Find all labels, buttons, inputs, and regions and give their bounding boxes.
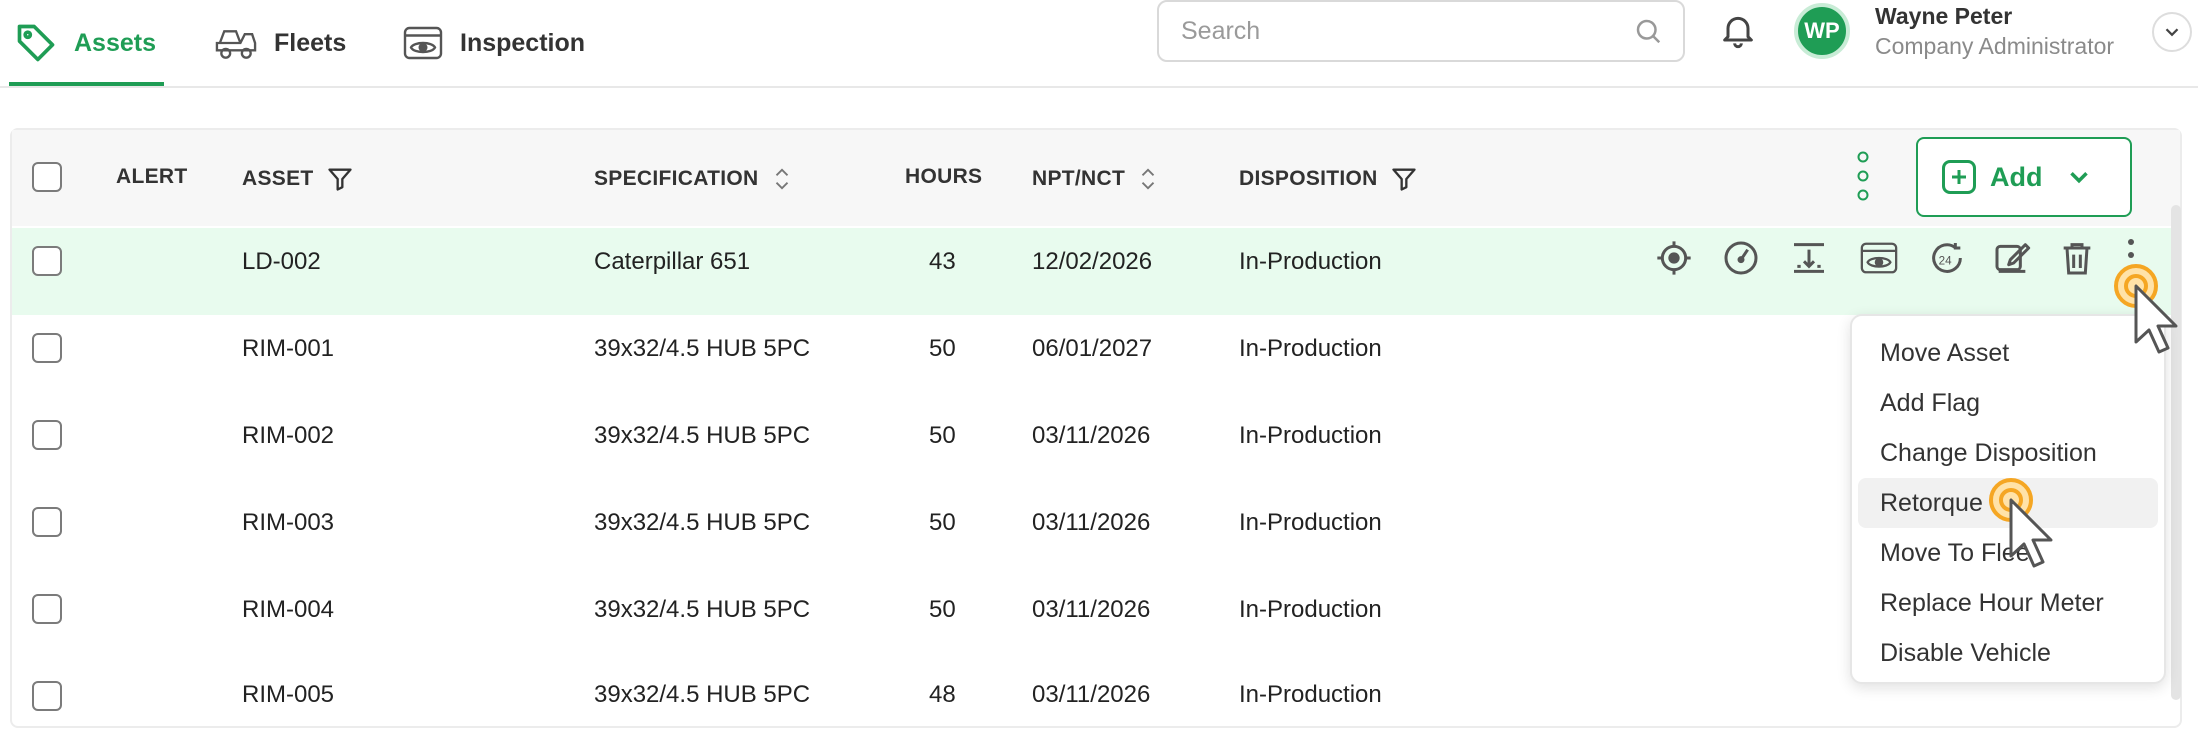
tab-assets[interactable]: Assets bbox=[14, 0, 156, 86]
cell-specification: 39x32/4.5 HUB 5PC bbox=[594, 335, 811, 362]
cell-asset[interactable]: RIM-004 bbox=[242, 596, 334, 624]
hour-meter-icon[interactable]: 24 bbox=[1927, 238, 1967, 278]
add-button[interactable]: Add bbox=[1916, 137, 2132, 217]
cell-disposition: In-Production bbox=[1239, 681, 1382, 708]
gauge-icon[interactable] bbox=[1721, 238, 1761, 278]
inspect-icon[interactable] bbox=[1859, 238, 1899, 278]
column-header-npt-nct[interactable]: NPT/NCT bbox=[1032, 165, 1159, 193]
avatar-initials: WP bbox=[1804, 18, 1840, 43]
cell-asset[interactable]: LD-002 bbox=[242, 248, 321, 276]
search-box bbox=[1157, 0, 1685, 62]
select-all-checkbox[interactable] bbox=[32, 162, 62, 192]
cell-hours: 48 bbox=[929, 681, 956, 708]
mouse-cursor-icon bbox=[1989, 478, 2053, 568]
menu-item-change-disposition[interactable]: Change Disposition bbox=[1858, 428, 2158, 478]
cell-npt-nct: 03/11/2026 bbox=[1032, 422, 1151, 449]
search-input[interactable] bbox=[1179, 15, 1633, 47]
cell-specification: Caterpillar 651 bbox=[594, 248, 751, 275]
cell-npt-nct: 06/01/2027 bbox=[1032, 335, 1153, 362]
inspection-eye-icon bbox=[403, 26, 443, 60]
row-checkbox[interactable] bbox=[32, 333, 62, 363]
cell-disposition: In-Production bbox=[1239, 248, 1382, 275]
cell-asset[interactable]: RIM-003 bbox=[242, 509, 334, 537]
column-header-asset[interactable]: ASSET bbox=[242, 165, 354, 193]
cell-asset[interactable]: RIM-001 bbox=[242, 335, 334, 363]
measure-icon[interactable] bbox=[1789, 238, 1829, 278]
cell-hours: 43 bbox=[929, 248, 956, 275]
row-checkbox[interactable] bbox=[32, 420, 62, 450]
locate-icon[interactable] bbox=[1654, 238, 1694, 278]
search-icon[interactable] bbox=[1633, 16, 1663, 46]
tab-fleets-label: Fleets bbox=[274, 28, 347, 57]
filter-icon[interactable] bbox=[326, 165, 354, 193]
filter-icon[interactable] bbox=[1390, 165, 1418, 193]
user-name: Wayne Peter bbox=[1875, 3, 2013, 29]
cell-specification: 39x32/4.5 HUB 5PC bbox=[594, 681, 811, 708]
cell-disposition: In-Production bbox=[1239, 335, 1382, 362]
cell-hours: 50 bbox=[929, 335, 956, 362]
top-navigation: Assets Fleets Inspection WP Wayne Peter … bbox=[0, 0, 2198, 88]
cell-disposition: In-Production bbox=[1239, 596, 1382, 623]
user-role: Company Administrator bbox=[1875, 33, 2115, 59]
row-checkbox[interactable] bbox=[32, 246, 62, 276]
plus-icon bbox=[1942, 160, 1976, 194]
cell-hours: 50 bbox=[929, 509, 956, 536]
cell-hours: 50 bbox=[929, 596, 956, 623]
more-vertical-icon bbox=[1857, 151, 1869, 201]
column-header-hours: HOURS bbox=[905, 165, 983, 188]
column-header-disposition[interactable]: DISPOSITION bbox=[1239, 165, 1418, 193]
tag-icon bbox=[17, 24, 55, 62]
sort-icon[interactable] bbox=[771, 165, 793, 193]
cell-asset[interactable]: RIM-002 bbox=[242, 422, 334, 450]
cell-specification: 39x32/4.5 HUB 5PC bbox=[594, 596, 811, 623]
menu-item-replace-hour-meter[interactable]: Replace Hour Meter bbox=[1858, 578, 2158, 628]
column-header-specification[interactable]: SPECIFICATION bbox=[594, 165, 793, 193]
column-header-alert: ALERT bbox=[116, 165, 188, 188]
cell-hours: 50 bbox=[929, 422, 956, 449]
tab-assets-label: Assets bbox=[74, 28, 156, 57]
cell-disposition: In-Production bbox=[1239, 509, 1382, 536]
chevron-down-icon bbox=[2165, 28, 2179, 37]
active-tab-indicator bbox=[9, 82, 164, 86]
edit-icon[interactable] bbox=[1992, 238, 2032, 278]
cell-npt-nct: 03/11/2026 bbox=[1032, 509, 1151, 536]
cell-disposition: In-Production bbox=[1239, 422, 1382, 449]
column-settings-button[interactable] bbox=[1856, 150, 1870, 202]
menu-item-add-flag[interactable]: Add Flag bbox=[1858, 378, 2158, 428]
cell-specification: 39x32/4.5 HUB 5PC bbox=[594, 422, 811, 449]
chevron-down-icon bbox=[2070, 172, 2089, 184]
mouse-cursor-icon bbox=[2114, 264, 2178, 354]
sort-icon[interactable] bbox=[1137, 165, 1159, 193]
truck-icon bbox=[215, 30, 257, 59]
cell-npt-nct: 03/11/2026 bbox=[1032, 596, 1151, 623]
svg-text:24: 24 bbox=[1939, 255, 1952, 268]
tab-fleets[interactable]: Fleets bbox=[214, 0, 346, 86]
row-checkbox[interactable] bbox=[32, 594, 62, 624]
row-checkbox[interactable] bbox=[32, 681, 62, 711]
row-checkbox[interactable] bbox=[32, 507, 62, 537]
notification-bell-icon[interactable] bbox=[1718, 10, 1758, 50]
avatar[interactable]: WP bbox=[1794, 3, 1850, 59]
tab-inspection-label: Inspection bbox=[460, 28, 586, 57]
user-menu-toggle[interactable] bbox=[2152, 12, 2192, 52]
tab-inspection[interactable]: Inspection bbox=[402, 0, 585, 86]
cell-npt-nct: 12/02/2026 bbox=[1032, 248, 1153, 275]
cell-npt-nct: 03/11/2026 bbox=[1032, 681, 1151, 708]
cell-specification: 39x32/4.5 HUB 5PC bbox=[594, 509, 811, 536]
delete-icon[interactable] bbox=[2057, 238, 2097, 278]
cell-asset[interactable]: RIM-005 bbox=[242, 681, 334, 709]
add-button-label: Add bbox=[1990, 161, 2043, 192]
menu-item-disable-vehicle[interactable]: Disable Vehicle bbox=[1858, 628, 2158, 678]
